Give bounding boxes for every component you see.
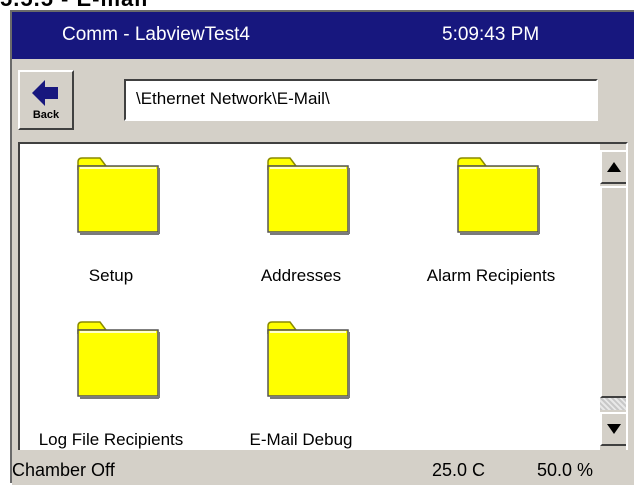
back-label: Back [32, 109, 60, 121]
path-field: \Ethernet Network\E-Mail\ [124, 79, 598, 121]
scroll-thumb[interactable] [600, 186, 626, 398]
folder-icon [267, 321, 350, 399]
folder-icon [77, 157, 160, 235]
window-title: Comm - LabviewTest4 [62, 24, 250, 45]
folder-label: Log File Recipients [38, 430, 184, 449]
folder-label: Addresses [260, 266, 342, 285]
folder-icon [457, 157, 540, 235]
triangle-down-icon [607, 424, 621, 434]
path-text: \Ethernet Network\E-Mail\ [136, 89, 330, 108]
back-button[interactable]: Back [18, 70, 74, 130]
folder-view: Setup Addresses Alarm Recipients Log Fil… [18, 142, 628, 460]
touch-panel: Comm - LabviewTest4 5:09:43 PM Back \Eth… [10, 10, 634, 485]
vertical-scrollbar[interactable] [600, 144, 626, 458]
humidity-readout: 50.0 % [537, 460, 594, 480]
status-bar: Chamber Off 25.0 C 50.0 % [12, 450, 634, 485]
triangle-up-icon [607, 162, 621, 172]
scroll-up-button[interactable] [600, 150, 626, 184]
chamber-status: Chamber Off [12, 460, 115, 480]
title-bar: Comm - LabviewTest4 5:09:43 PM [12, 12, 634, 59]
folder-label: Setup [88, 266, 134, 285]
folder-label: Alarm Recipients [426, 266, 556, 285]
temperature-readout: 25.0 C [432, 460, 486, 480]
scroll-down-button[interactable] [600, 412, 626, 446]
folder-icon [267, 157, 350, 235]
document-heading: 5.5.5 - E-mail [0, 0, 149, 11]
arrow-left-icon [32, 80, 58, 106]
folder-icon [77, 321, 160, 399]
clock: 5:09:43 PM [442, 24, 540, 45]
